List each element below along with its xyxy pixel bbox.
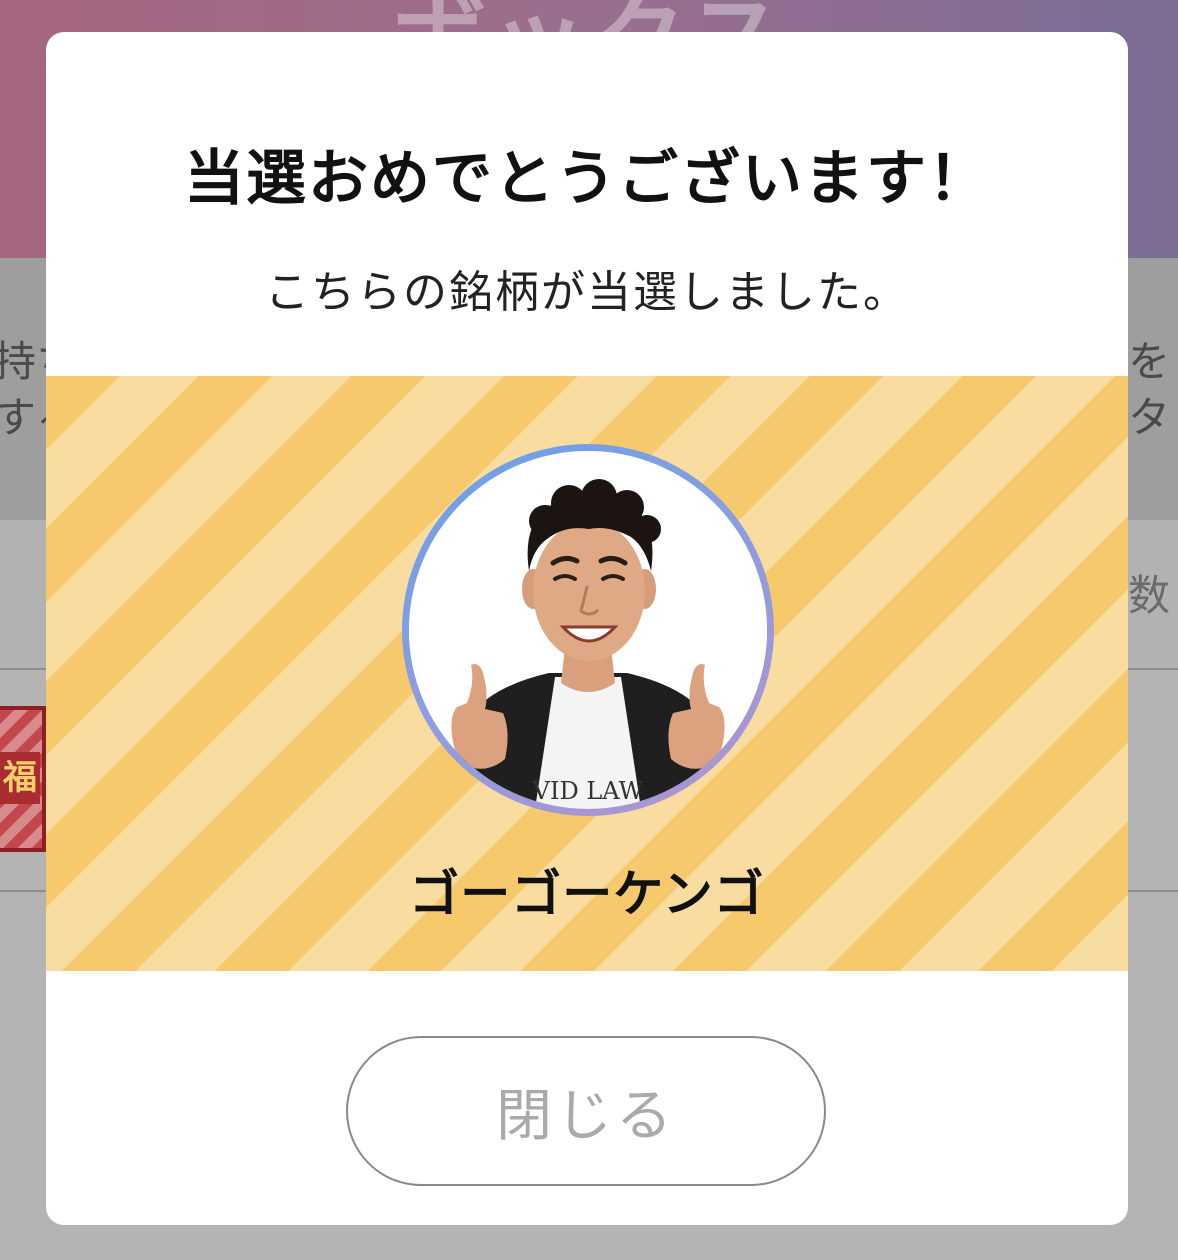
winner-avatar-ring: VID LAW bbox=[402, 444, 774, 816]
winner-modal: 当選おめでとうございます！ こちらの銘柄が当選しました。 VID LAW ゴーゴ… bbox=[46, 32, 1128, 1225]
background-thumbnail-label: 福 bbox=[0, 752, 40, 804]
background-column-label: 数 bbox=[1128, 571, 1171, 620]
winner-avatar: VID LAW bbox=[409, 451, 767, 809]
person-photo: VID LAW bbox=[409, 451, 767, 809]
close-button[interactable]: 閉じる bbox=[346, 1036, 826, 1186]
winner-name: ゴーゴーケンゴ bbox=[409, 865, 765, 923]
modal-subtitle: こちらの銘柄が当選しました。 bbox=[265, 267, 909, 318]
background-text-right-1: をタ bbox=[1128, 337, 1171, 442]
shirt-print: VID LAW bbox=[532, 777, 644, 805]
modal-title: 当選おめでとうございます！ bbox=[184, 144, 990, 214]
